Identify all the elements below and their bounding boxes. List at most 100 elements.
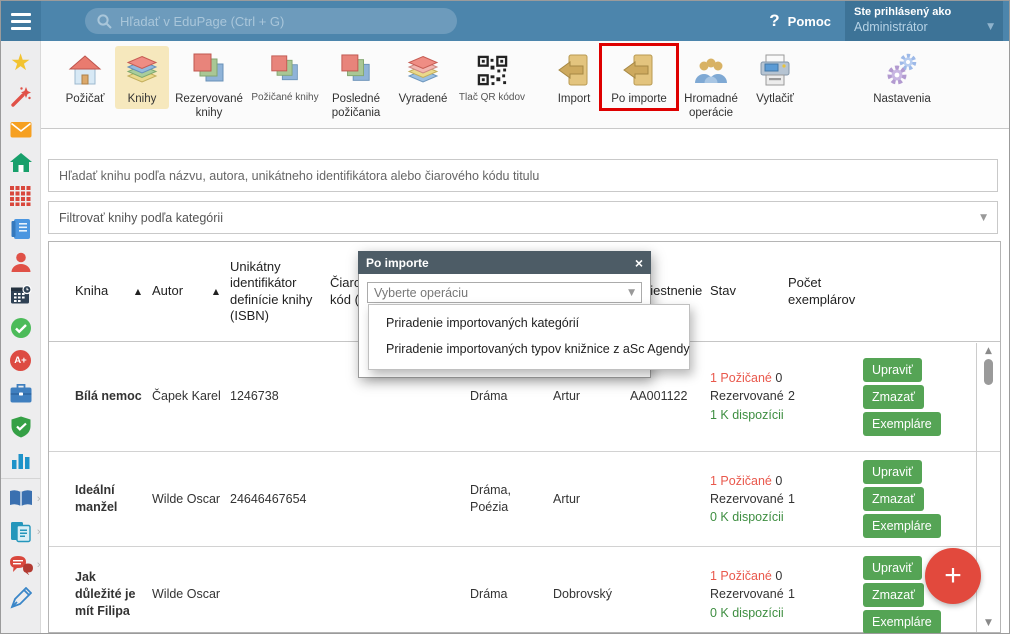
toolbar-label: Rezervované knihy <box>171 92 247 121</box>
toolbar-label: Po importe <box>611 92 667 106</box>
edupage-window: ? Pomoc Ste prihlásený ako Administrátor… <box>0 0 1010 634</box>
column-header-kniha[interactable]: Kniha▲ <box>49 283 144 299</box>
global-search[interactable] <box>85 8 457 34</box>
operation-dropdown-panel: Priradenie importovaných kategórií Prira… <box>368 304 690 370</box>
sidebar-item-messages[interactable] <box>1 113 41 146</box>
table-row: Ideální manžel Wilde Oscar 24646467654 D… <box>49 452 1000 547</box>
toolbar-item-posledne-pozicania[interactable]: Posledné požičania <box>321 46 391 124</box>
sidebar-item-communication[interactable]: › <box>1 548 41 581</box>
add-book-fab[interactable]: + <box>925 548 981 604</box>
timetable-grid-icon <box>10 186 31 206</box>
calendar-icon <box>10 284 32 306</box>
sidebar-item-users[interactable] <box>1 245 41 278</box>
delete-button[interactable]: Zmazať <box>863 583 924 607</box>
column-header-stav[interactable]: Stav <box>702 283 780 299</box>
top-bar: ? Pomoc Ste prihlásený ako Administrátor… <box>1 1 1009 41</box>
edit-button[interactable]: Upraviť <box>863 358 922 382</box>
toolbar-label: Nastavenia <box>873 92 931 106</box>
copies-button[interactable]: Exempláre <box>863 412 941 436</box>
sidebar-item-wizard[interactable] <box>1 80 41 113</box>
book-status: 1 Požičané 0 Rezervované 0 K dispozícii <box>710 472 786 526</box>
operation-select[interactable]: Vyberte operáciu ▼ <box>367 282 642 303</box>
stacked-cards-icon <box>270 49 300 91</box>
notebook-icon <box>11 218 31 240</box>
sidebar-item-library[interactable]: › <box>1 482 41 515</box>
toolbar-item-hromadne-operacie[interactable]: Hromadné operácie <box>675 46 747 124</box>
library-book-icon <box>9 489 33 509</box>
dropdown-option[interactable]: Priradenie importovaných typov knižnice … <box>369 336 689 362</box>
global-search-input[interactable] <box>120 14 445 29</box>
sidebar-item-agenda[interactable] <box>1 377 41 410</box>
toolbar-item-po-importe[interactable]: Po importe <box>603 46 675 109</box>
hamburger-menu-icon[interactable] <box>1 1 41 41</box>
book-title: Ideální manžel <box>49 482 144 516</box>
sidebar-item-home[interactable] <box>1 146 41 179</box>
qr-code-icon <box>476 49 509 91</box>
toolbar-item-vytlacit[interactable]: Vytlačiť <box>747 46 803 109</box>
dropdown-option[interactable]: Priradenie importovaných kategórií <box>369 310 689 336</box>
edit-button[interactable]: Upraviť <box>863 460 922 484</box>
copies-button[interactable]: Exempláre <box>863 610 941 634</box>
copies-button[interactable]: Exempláre <box>863 514 941 538</box>
sidebar-item-documents[interactable]: › <box>1 515 41 548</box>
import-arrow-icon <box>556 49 592 91</box>
toolbar-item-rezervovane-knihy[interactable]: Rezervované knihy <box>169 46 249 124</box>
chevron-right-icon: › <box>37 559 41 571</box>
book-status: 1 Požičané 0 Rezervované 1 K dispozícii <box>710 369 786 423</box>
person-icon <box>10 251 32 273</box>
toolbar-item-knihy[interactable]: Knihy <box>115 46 169 109</box>
book-isbn: 24646467654 <box>222 491 322 508</box>
people-group-icon <box>693 49 729 91</box>
operation-select-placeholder: Vyberte operáciu <box>374 286 468 300</box>
scrollbar-thumb[interactable] <box>984 359 993 385</box>
sidebar-item-results[interactable] <box>1 443 41 476</box>
column-header-autor[interactable]: Autor▲ <box>144 283 222 299</box>
help-button[interactable]: ? Pomoc <box>769 1 831 41</box>
pen-icon <box>10 587 32 609</box>
chevron-right-icon: › <box>37 493 41 505</box>
book-status: 1 Požičané 0 Rezervované 0 K dispozícii <box>710 567 786 621</box>
sidebar-item-classbook[interactable] <box>1 212 41 245</box>
sidebar-divider <box>1 478 41 479</box>
book-author: Wilde Oscar <box>144 586 222 603</box>
column-header-pocet-exemplarov[interactable]: Počet exemplárov <box>780 275 855 308</box>
sidebar-item-admin[interactable] <box>1 410 41 443</box>
sidebar-item-attendance[interactable] <box>1 311 41 344</box>
category-filter-select[interactable]: Filtrovať knihy podľa kategórii ▼ <box>48 201 998 234</box>
book-copies: 2 <box>780 388 855 405</box>
sidebar-item-sign[interactable] <box>1 581 41 614</box>
toolbar-item-import[interactable]: Import <box>545 46 603 109</box>
sort-asc-icon: ▲ <box>135 287 141 297</box>
delete-button[interactable]: Zmazať <box>863 487 924 511</box>
sidebar-item-grades[interactable]: A+ <box>1 344 41 377</box>
edit-button[interactable]: Upraviť <box>863 556 922 580</box>
help-icon: ? <box>769 11 779 31</box>
toolbar-item-nastavenia[interactable]: Nastavenia <box>859 46 945 109</box>
row-actions: Upraviť Zmazať Exempláre <box>855 358 1000 436</box>
toolbar-label: Vytlačiť <box>756 92 794 106</box>
printer-icon <box>758 49 792 91</box>
toolbar-item-tlac-qr-kodov[interactable]: Tlač QR kódov <box>455 46 529 108</box>
sidebar-item-calendar[interactable] <box>1 278 41 311</box>
dialog-header[interactable]: Po importe × <box>358 251 651 274</box>
close-icon[interactable]: × <box>635 256 643 270</box>
book-title: Jak důležité je mít Filipa <box>49 569 144 620</box>
toolbar-label: Požičať <box>66 92 105 106</box>
column-header-isbn[interactable]: Unikátny identifikátor definície knihy (… <box>222 259 322 324</box>
toolbar-item-pozicane-knihy[interactable]: Požičané knihy <box>249 46 321 108</box>
delete-button[interactable]: Zmazať <box>863 385 924 409</box>
sidebar-item-timetable[interactable] <box>1 179 41 212</box>
book-author: Čapek Karel <box>144 388 222 405</box>
table-row: Jak důležité je mít Filipa Wilde Oscar D… <box>49 547 1000 634</box>
scroll-down-icon[interactable]: ▼ <box>985 618 992 628</box>
table-scrollbar[interactable]: ▲ ▼ <box>982 346 995 628</box>
toolbar-item-pozicat[interactable]: Požičať <box>55 46 115 109</box>
sidebar-item-favorites[interactable]: ★ <box>1 47 41 80</box>
scroll-up-icon[interactable]: ▲ <box>985 346 992 356</box>
toolbar-item-vyradene[interactable]: Vyradené <box>391 46 455 109</box>
user-menu[interactable]: Ste prihlásený ako Administrátor ▼ <box>845 1 1003 41</box>
book-location: AA001122 <box>622 388 702 405</box>
book-search-input[interactable] <box>48 159 998 192</box>
help-label: Pomoc <box>788 14 831 29</box>
magic-wand-icon <box>10 86 32 108</box>
